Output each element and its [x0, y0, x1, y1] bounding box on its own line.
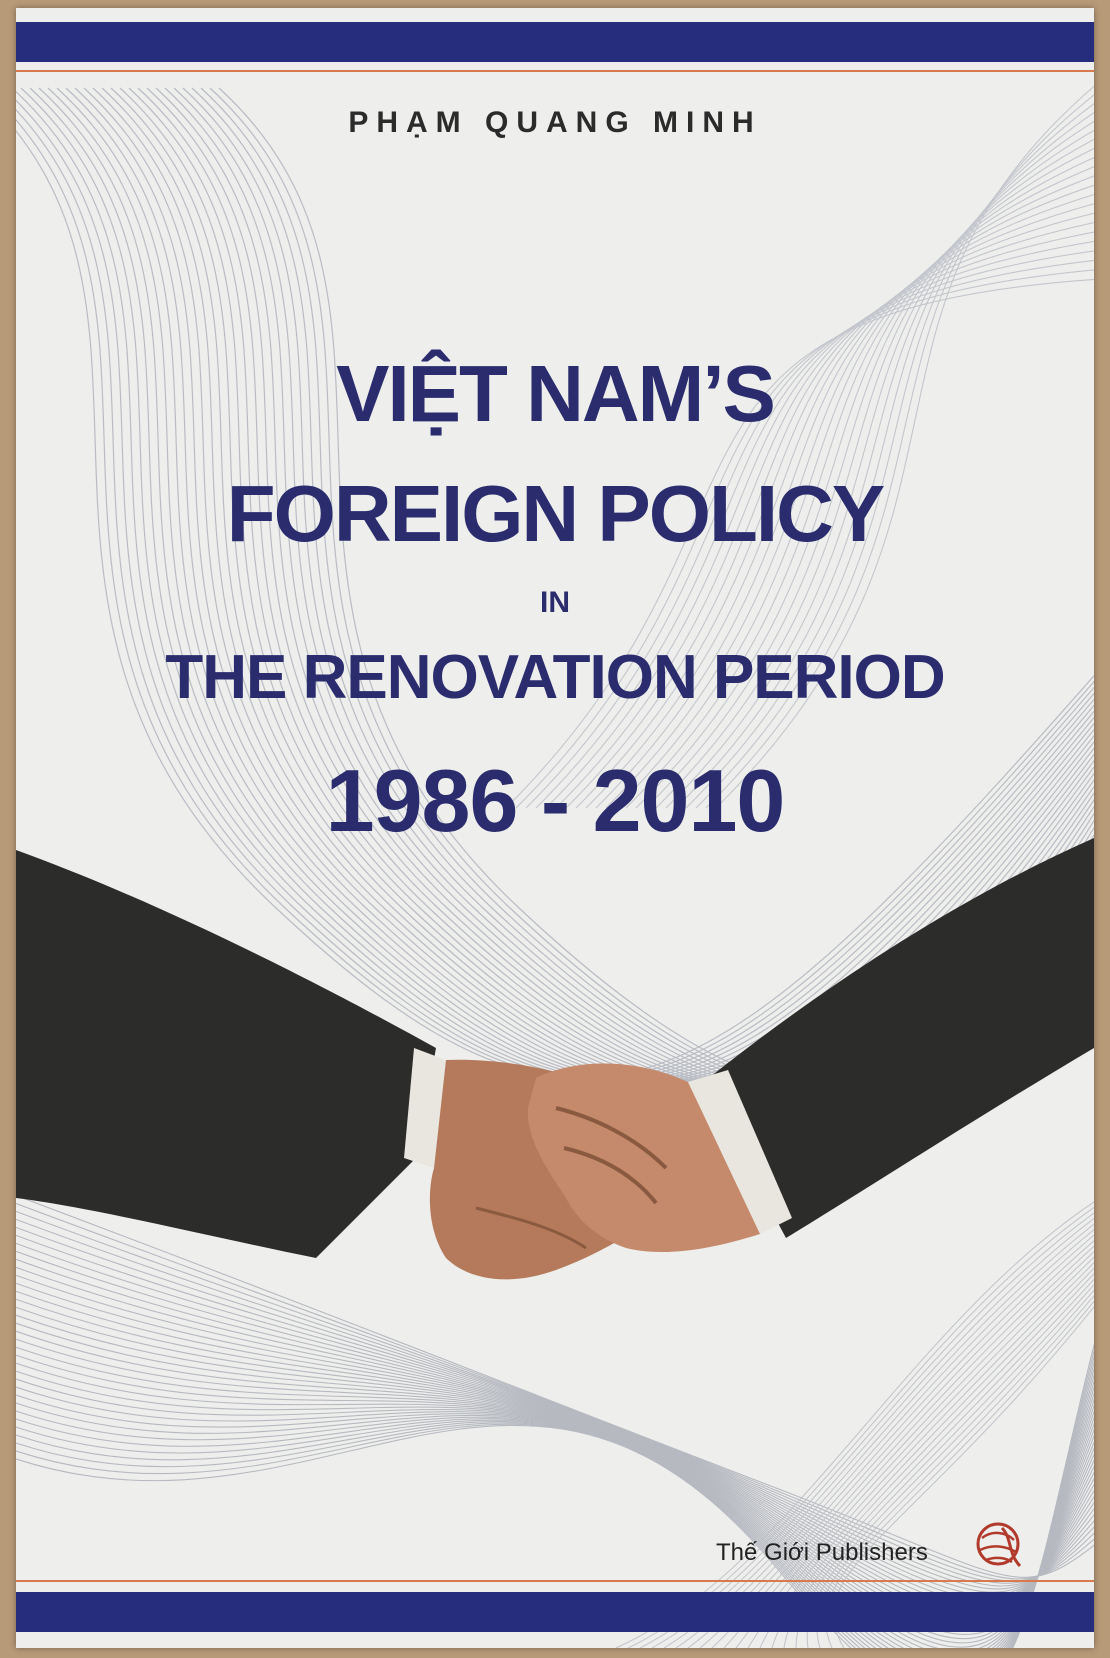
publisher-logo-icon — [976, 1522, 1022, 1568]
bottom-color-band — [16, 1592, 1094, 1632]
publisher-name: Thế Giới Publishers — [716, 1539, 928, 1566]
bottom-accent-rule — [16, 1580, 1094, 1582]
book-cover: PHẠM QUANG MINH VIỆT NAM’S FOREIGN POLIC… — [16, 8, 1094, 1648]
handshake-illustration — [16, 838, 1094, 1280]
left-sleeve — [16, 850, 436, 1258]
